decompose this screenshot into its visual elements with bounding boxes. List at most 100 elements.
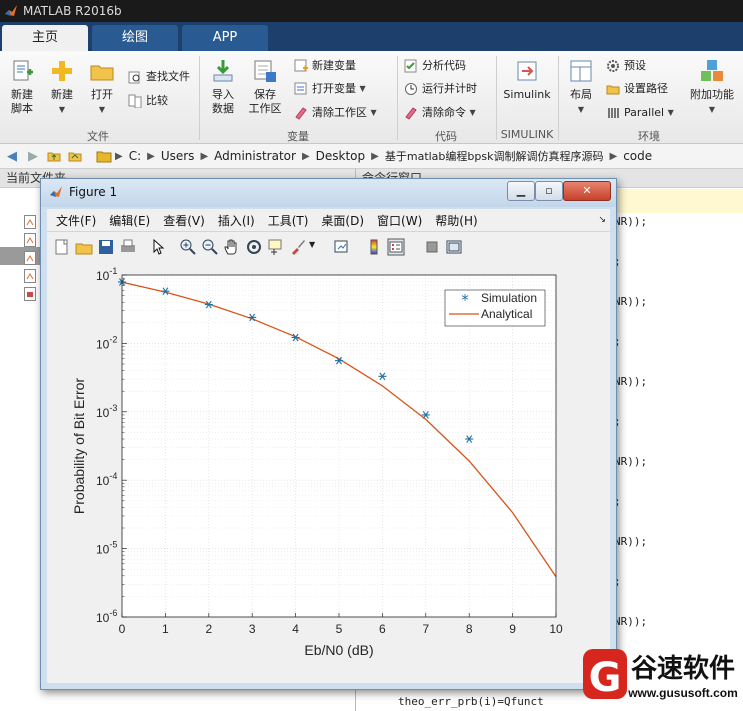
browse-folder-icon[interactable]	[66, 147, 84, 165]
hide-plot-tools-icon[interactable]	[423, 238, 441, 256]
tab-plots[interactable]: 绘图	[92, 25, 178, 51]
matlab-file-icon[interactable]	[24, 269, 36, 283]
new-script-label: 新建 脚本	[11, 88, 33, 115]
open-file-icon[interactable]	[75, 238, 93, 256]
clear-workspace-label: 清除工作区	[312, 106, 367, 119]
zoom-out-icon[interactable]	[201, 238, 219, 256]
link-plot-icon[interactable]	[333, 238, 351, 256]
breadcrumb-c[interactable]: C:	[129, 149, 141, 163]
compare-button[interactable]: 比较	[128, 92, 168, 110]
breadcrumb-code[interactable]: code	[623, 149, 652, 163]
menu-file[interactable]: 文件(F)	[56, 212, 96, 229]
new-plus-icon	[52, 61, 72, 81]
app-title-bar: MATLAB R2016b	[0, 0, 743, 22]
simulink-button[interactable]: Simulink	[501, 58, 553, 102]
save-icon[interactable]	[97, 238, 115, 256]
save-workspace-icon	[254, 60, 276, 82]
matlab-file-icon[interactable]	[24, 233, 36, 247]
import-data-button[interactable]: 导入 数据	[206, 58, 240, 116]
command-output-line: NR));	[614, 455, 648, 468]
legend-simulation-label: Simulation	[481, 291, 537, 305]
brush-icon[interactable]	[289, 238, 307, 256]
arrow-pointer-icon[interactable]	[149, 238, 167, 256]
analyze-code-button[interactable]: 分析代码	[404, 57, 466, 75]
run-and-time-button[interactable]: 运行并计时	[404, 80, 477, 98]
dropdown-arrow-icon: ▼	[577, 105, 585, 114]
breadcrumb-administrator[interactable]: Administrator	[214, 149, 296, 163]
open-button[interactable]: 打开 ▼	[86, 58, 118, 117]
breadcrumb-users[interactable]: Users	[161, 149, 195, 163]
layout-label: 布局	[570, 88, 592, 101]
close-icon: ✕	[582, 184, 592, 197]
menu-desktop[interactable]: 桌面(D)	[321, 212, 364, 229]
menu-tools[interactable]: 工具(T)	[268, 212, 309, 229]
menu-edit[interactable]: 编辑(E)	[109, 212, 150, 229]
pan-hand-icon[interactable]	[223, 238, 241, 256]
print-icon[interactable]	[119, 238, 137, 256]
menu-view[interactable]: 查看(V)	[163, 212, 205, 229]
preferences-button[interactable]: 预设	[606, 57, 646, 75]
figure-canvas[interactable]: 0 1 2 3 4 5 6 7 8 9 10 10-6 10-5 10-4 10-3 10-2 10-1 Eb/…	[47, 262, 610, 683]
minimize-icon: ▁	[516, 184, 526, 197]
new-button[interactable]: 新建 ▼	[46, 58, 78, 117]
x-tick-label: 0	[119, 622, 126, 636]
clear-workspace-button[interactable]: 清除工作区 ▼	[294, 104, 377, 122]
svg-text:G: G	[589, 655, 622, 701]
x-tick-label: 8	[466, 622, 473, 636]
back-arrow-icon[interactable]: ◀	[3, 147, 21, 165]
new-figure-icon[interactable]	[53, 238, 71, 256]
x-tick-label: 4	[292, 622, 299, 636]
legend-icon[interactable]	[387, 238, 405, 256]
clear-commands-button[interactable]: 清除命令 ▼	[404, 104, 476, 122]
parallel-icon	[608, 108, 619, 118]
menu-help[interactable]: 帮助(H)	[435, 212, 477, 229]
figure-title-bar[interactable]: Figure 1 ▁ ▫ ✕	[41, 179, 616, 207]
show-plot-tools-icon[interactable]	[445, 238, 463, 256]
figure-file-icon[interactable]	[24, 287, 36, 301]
clear-commands-label: 清除命令	[422, 106, 466, 119]
new-label: 新建	[51, 88, 73, 101]
open-variable-label: 打开变量	[312, 82, 356, 95]
new-variable-button[interactable]: 新建变量	[294, 57, 356, 75]
group-label-environment: 环境	[638, 130, 660, 143]
matlab-file-icon[interactable]	[24, 215, 36, 229]
forward-arrow-icon[interactable]: ▶	[24, 147, 42, 165]
open-variable-button[interactable]: 打开变量 ▼	[294, 80, 366, 98]
menu-insert[interactable]: 插入(I)	[218, 212, 255, 229]
rotate-3d-icon[interactable]	[245, 238, 263, 256]
group-label-variable: 变量	[287, 130, 309, 143]
close-button[interactable]: ✕	[563, 181, 611, 201]
matlab-file-icon[interactable]	[24, 251, 36, 265]
breadcrumb-desktop[interactable]: Desktop	[316, 149, 366, 163]
simulink-label: Simulink	[503, 88, 551, 101]
zoom-in-icon[interactable]	[179, 238, 197, 256]
add-ons-button[interactable]: 附加功能 ▼	[686, 58, 738, 117]
layout-icon	[570, 60, 592, 82]
breadcrumb-project-folder[interactable]: 基于matlab编程bpsk调制解调仿真程序源码	[385, 148, 604, 164]
set-path-folder-icon	[606, 85, 620, 95]
colorbar-icon[interactable]	[365, 238, 383, 256]
clear-commands-icon	[405, 107, 417, 120]
up-folder-icon[interactable]	[45, 147, 63, 165]
breadcrumb-separator: ▶	[147, 150, 155, 162]
menu-window[interactable]: 窗口(W)	[377, 212, 422, 229]
gear-icon	[607, 60, 619, 72]
save-workspace-button[interactable]: 保存 工作区	[246, 58, 284, 116]
legend[interactable]: * Simulation Analytical	[444, 289, 546, 327]
figure-window[interactable]: Figure 1 ▁ ▫ ✕ 文件(F) 编辑(E) 查看(V) 插入(I) 工…	[40, 178, 617, 690]
dropdown-arrow-icon: ▼	[667, 108, 674, 117]
layout-button[interactable]: 布局 ▼	[564, 58, 598, 117]
find-files-button[interactable]: 查找文件	[128, 68, 190, 86]
dock-arrow-icon[interactable]: ↘	[598, 215, 606, 225]
set-path-button[interactable]: 设置路径	[606, 80, 668, 98]
minimize-button[interactable]: ▁	[507, 181, 535, 201]
data-cursor-icon[interactable]	[267, 238, 285, 256]
new-script-button[interactable]: 新建 脚本	[4, 58, 40, 116]
ber-plot[interactable]: 0 1 2 3 4 5 6 7 8 9 10 10-6 10-5 10-4 10-3 10-2 10-1 Eb/…	[47, 262, 610, 683]
notification-bar	[606, 189, 743, 213]
tab-home[interactable]: 主页	[2, 25, 88, 51]
parallel-button[interactable]: Parallel ▼	[606, 104, 674, 122]
tab-apps[interactable]: APP	[182, 25, 268, 51]
maximize-button[interactable]: ▫	[535, 181, 563, 201]
dropdown-arrow-icon[interactable]: ▼	[309, 240, 315, 249]
